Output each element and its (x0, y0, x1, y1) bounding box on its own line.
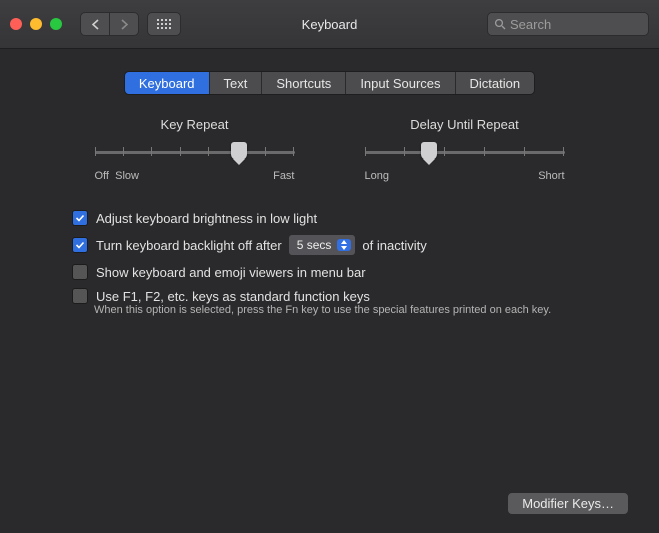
fnkeys-label: Use F1, F2, etc. keys as standard functi… (96, 289, 370, 304)
brightness-label: Adjust keyboard brightness in low light (96, 211, 317, 226)
key-repeat-knob[interactable] (231, 142, 247, 160)
fnkeys-checkbox[interactable] (72, 288, 88, 304)
backlight-duration-value: 5 secs (297, 238, 332, 252)
viewers-label: Show keyboard and emoji viewers in menu … (96, 265, 366, 280)
delay-label: Delay Until Repeat (365, 117, 565, 132)
backlight-post: of inactivity (362, 238, 426, 253)
key-repeat-label: Key Repeat (95, 117, 295, 132)
brightness-row: Adjust keyboard brightness in low light (72, 210, 629, 226)
search-placeholder: Search (510, 17, 551, 32)
back-button[interactable] (81, 13, 109, 35)
tab-bar-container: Keyboard Text Shortcuts Input Sources Di… (30, 71, 629, 95)
search-input[interactable]: Search (487, 12, 649, 36)
checkbox-group: Adjust keyboard brightness in low light … (30, 210, 629, 316)
show-all-button[interactable] (147, 12, 181, 36)
tab-keyboard[interactable]: Keyboard (125, 72, 209, 94)
key-repeat-track[interactable] (95, 142, 295, 164)
tab-bar: Keyboard Text Shortcuts Input Sources Di… (124, 71, 535, 95)
tab-dictation[interactable]: Dictation (455, 72, 535, 94)
titlebar: Keyboard Search (0, 0, 659, 49)
window-controls (10, 18, 62, 30)
backlight-pre: Turn keyboard backlight off after (96, 238, 282, 253)
tab-input-sources[interactable]: Input Sources (345, 72, 454, 94)
forward-button[interactable] (109, 13, 138, 35)
fnkeys-subtext: When this option is selected, press the … (94, 304, 629, 316)
backlight-checkbox[interactable] (72, 237, 88, 253)
tab-shortcuts[interactable]: Shortcuts (261, 72, 345, 94)
close-icon[interactable] (10, 18, 22, 30)
key-repeat-slider: Key Repeat Off Slow Fast (95, 117, 295, 182)
viewers-row: Show keyboard and emoji viewers in menu … (72, 264, 629, 280)
delay-track[interactable] (365, 142, 565, 164)
minimize-icon[interactable] (30, 18, 42, 30)
delay-knob[interactable] (421, 142, 437, 160)
pane-body: Keyboard Text Shortcuts Input Sources Di… (0, 49, 659, 336)
delay-scale: Long Short (365, 170, 565, 182)
key-repeat-scale: Off Slow Fast (95, 170, 295, 182)
fnkeys-row: Use F1, F2, etc. keys as standard functi… (72, 288, 629, 304)
brightness-checkbox[interactable] (72, 210, 88, 226)
slider-row: Key Repeat Off Slow Fast Delay Until Rep… (30, 117, 629, 182)
backlight-row: Turn keyboard backlight off after 5 secs… (72, 234, 629, 256)
delay-slider: Delay Until Repeat Long Short (365, 117, 565, 182)
nav-buttons (80, 12, 139, 36)
stepper-icon (337, 239, 351, 251)
tab-text[interactable]: Text (209, 72, 262, 94)
modifier-keys-button[interactable]: Modifier Keys… (507, 492, 629, 515)
backlight-duration-select[interactable]: 5 secs (288, 234, 357, 256)
viewers-checkbox[interactable] (72, 264, 88, 280)
footer: Modifier Keys… (507, 492, 629, 515)
search-icon (494, 18, 506, 30)
zoom-icon[interactable] (50, 18, 62, 30)
